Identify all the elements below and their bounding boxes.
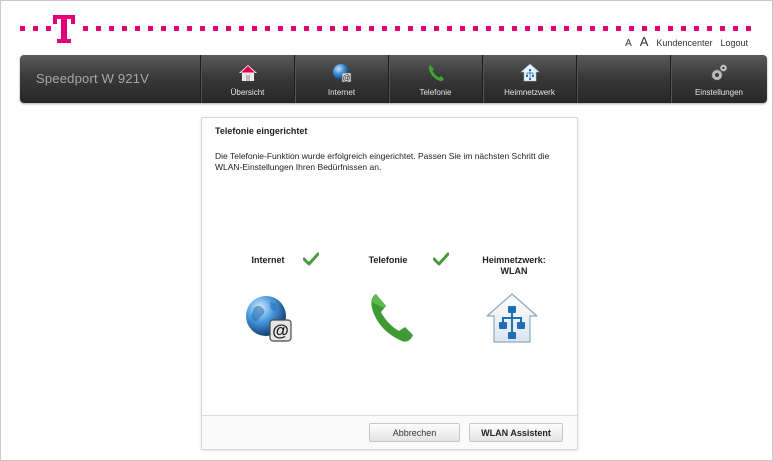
- customer-center-link[interactable]: Kundencenter: [656, 38, 712, 48]
- home-icon: [238, 65, 257, 81]
- home-network-icon: [519, 63, 540, 82]
- panel-title: Telefonie eingerichtet: [215, 126, 308, 136]
- brand-dots-right: [83, 26, 759, 32]
- nav-item-internet[interactable]: @ Internet: [295, 55, 388, 103]
- nav-item-telefonie[interactable]: Telefonie: [389, 55, 482, 103]
- phone-icon: [428, 65, 444, 82]
- telekom-logo: [53, 15, 75, 43]
- svg-text:@: @: [342, 74, 350, 83]
- panel-footer: Abbrechen WLAN Assistent: [202, 415, 577, 449]
- main-navbar: Speedport W 921V Übersicht @ Internet Te…: [20, 55, 767, 103]
- panel-description: Die Telefonie-Funktion wurde erfolgreich…: [215, 151, 550, 172]
- nav-separator: [576, 55, 577, 103]
- font-small-link[interactable]: A: [625, 38, 632, 49]
- nav-item-einstellungen[interactable]: Einstellungen: [671, 55, 767, 103]
- top-links: A A Kundencenter Logout: [625, 34, 748, 49]
- cancel-button[interactable]: Abbrechen: [369, 423, 460, 442]
- font-large-link[interactable]: A: [640, 34, 649, 49]
- status-label-heimnetzwerk: Heimnetzwerk: WLAN: [482, 255, 546, 276]
- nav-item-label: Telefonie: [419, 88, 452, 97]
- nav-item-uebersicht[interactable]: Übersicht: [201, 55, 294, 103]
- svg-text:@: @: [272, 321, 289, 340]
- globe-icon: @: [246, 296, 292, 342]
- nav-item-label: Internet: [327, 88, 356, 97]
- home-network-icon: [486, 293, 538, 343]
- nav-item-heimnetzwerk[interactable]: Heimnetzwerk: [483, 55, 576, 103]
- device-name: Speedport W 921V: [36, 71, 150, 86]
- brand-header: A A Kundencenter Logout: [1, 1, 772, 51]
- setup-panel: Telefonie eingerichtet Die Telefonie-Fun…: [201, 117, 578, 450]
- logout-link[interactable]: Logout: [720, 38, 748, 48]
- status-label-telefonie: Telefonie: [368, 255, 408, 265]
- checkmark-icon: [433, 252, 449, 266]
- checkmark-icon: [303, 252, 319, 266]
- globe-icon: @: [332, 64, 351, 83]
- wlan-wizard-button[interactable]: WLAN Assistent: [469, 423, 563, 442]
- nav-item-label: Heimnetzwerk: [504, 88, 555, 97]
- nav-item-label: Einstellungen: [694, 88, 744, 97]
- phone-icon: [371, 294, 413, 342]
- status-label-internet: Internet: [251, 255, 285, 265]
- nav-item-label: Übersicht: [230, 88, 265, 97]
- gears-icon: [711, 64, 728, 81]
